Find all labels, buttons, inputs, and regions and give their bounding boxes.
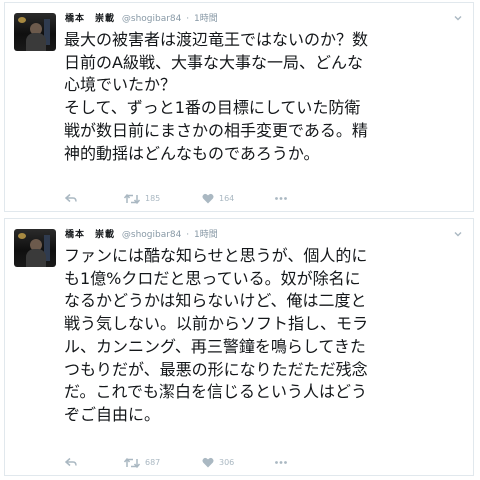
like-count: 164	[219, 194, 235, 203]
tweet-text-line: 戦が数日前にまさかの相手変更である。精	[64, 120, 368, 140]
avatar[interactable]	[14, 229, 56, 267]
tweet-header: 橋本 崇載 @shogibar84 · 1時間	[65, 228, 218, 242]
tweet-text-line: ぞご自由に。	[64, 404, 161, 424]
tweet-text-line: だ。これでも潔白を信じるという人はどう	[64, 382, 368, 402]
tweet-text: 最大の被害者は渡辺竜王ではないのか？数 日前のA級戦、大事な大事な一局、どんな …	[64, 29, 465, 165]
tweet-text-line: なるかどうかは知らないけど、俺は二度と	[64, 291, 367, 311]
avatar[interactable]	[14, 13, 56, 51]
tweet-text-line: 日前のA級戦、大事な大事な一局、どんな	[64, 52, 363, 72]
tweet-card[interactable]: 橋本 崇載 @shogibar84 · 1時間 最大の被害者は渡辺竜王ではないの…	[4, 2, 474, 212]
reply-icon	[65, 193, 77, 203]
tweet-text-line: も1億%クロだと思っている。奴が除名に	[64, 268, 361, 288]
like-count: 306	[219, 458, 235, 467]
heart-icon	[202, 193, 214, 204]
timestamp[interactable]: 1時間	[194, 14, 218, 24]
retweet-icon	[123, 457, 141, 469]
reply-icon	[65, 457, 77, 467]
tweet-text-line: そして、ずっと1番の目標にしていた防衛	[64, 98, 361, 118]
display-name[interactable]: 橋本 崇載	[65, 14, 115, 24]
heart-icon	[202, 457, 214, 468]
more-icon	[275, 197, 287, 200]
chevron-down-icon[interactable]	[453, 229, 463, 239]
tweet-header: 橋本 崇載 @shogibar84 · 1時間	[65, 12, 218, 26]
tweet-text-line: 戦う気しない。以前からソフト指し、モラ	[64, 314, 369, 334]
user-handle[interactable]: @shogibar84	[122, 14, 182, 24]
tweet-text: ファンには酷な知らせと思うが、個人的に も1億%クロだと思っている。奴が除名に …	[64, 245, 465, 427]
retweet-icon	[123, 193, 141, 205]
separator: ·	[186, 14, 190, 24]
display-name[interactable]: 橋本 崇載	[65, 230, 115, 240]
timestamp[interactable]: 1時間	[194, 230, 218, 240]
tweet-card[interactable]: 橋本 崇載 @shogibar84 · 1時間 ファンには酷な知らせと思うが、個…	[4, 218, 474, 476]
more-icon	[275, 461, 287, 464]
retweet-count: 687	[145, 458, 161, 467]
separator: ·	[186, 230, 190, 240]
tweet-text-line: 最大の被害者は渡辺竜王ではないのか？数	[64, 30, 369, 49]
tweet-text-line: ル、カンニング、再三警鐘を鳴らしてきた	[64, 336, 366, 356]
tweet-text-line: 神的動揺はどんなものであろうか。	[64, 143, 320, 163]
retweet-count: 185	[145, 194, 161, 203]
tweet-text-line: つもりだが、最悪の形になりただただ残念	[64, 359, 368, 379]
tweet-text-line: ファンには酷な知らせと思うが、個人的に	[64, 246, 368, 265]
chevron-down-icon[interactable]	[453, 13, 463, 23]
user-handle[interactable]: @shogibar84	[122, 230, 182, 240]
tweet-text-line: 心境でいたか？	[64, 75, 177, 95]
